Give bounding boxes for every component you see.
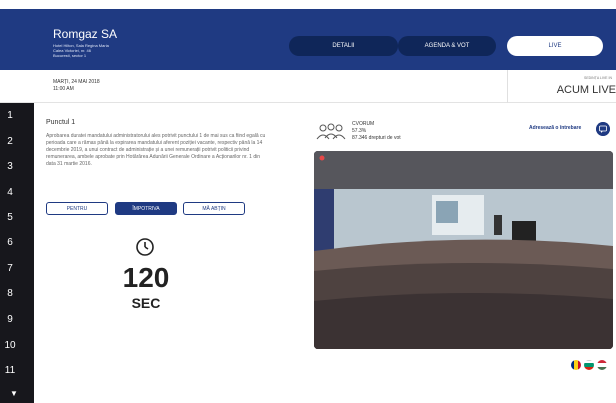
sidebar-item-1[interactable]: 1: [0, 110, 34, 121]
nav-agenda-vote-button[interactable]: AGENDA & VOT: [398, 36, 496, 56]
clock-icon: [136, 238, 154, 256]
sidebar-item-10[interactable]: 10: [0, 340, 34, 351]
hungary-flag-icon[interactable]: [597, 360, 607, 370]
sidebar-item-2[interactable]: 2: [0, 136, 34, 147]
header-bar: Romgaz SA Hotel Hilton, Sala Regina Mari…: [0, 9, 616, 70]
sidebar-item-7[interactable]: 7: [0, 263, 34, 274]
quorum-label: CVORUM: [352, 121, 375, 127]
live-status: ACUM LIVE: [556, 84, 616, 96]
divider: [507, 70, 508, 103]
sidebar-item-11[interactable]: 11: [0, 365, 34, 376]
top-spacer: [0, 0, 616, 9]
vote-against-button[interactable]: ÎMPOTRIVA: [115, 202, 177, 215]
live-video-stream[interactable]: [314, 151, 613, 349]
romania-flag-icon[interactable]: [571, 360, 581, 370]
vote-abstain-button[interactable]: MĂ ABȚIN: [183, 202, 245, 215]
live-subtitle: SEDINȚA LIVE IN: [583, 76, 612, 80]
scroll-down-icon[interactable]: ▼: [10, 389, 18, 398]
company-name: Romgaz SA: [53, 27, 118, 41]
ask-question-link[interactable]: Adresează o întrebare: [529, 125, 581, 131]
countdown-value: 120: [122, 262, 170, 293]
countdown-unit: SEC: [131, 295, 161, 311]
sidebar-item-6[interactable]: 6: [0, 237, 34, 248]
app-frame: Romgaz SA Hotel Hilton, Sala Regina Mari…: [0, 0, 616, 403]
sidebar-item-8[interactable]: 8: [0, 288, 34, 299]
address-line: Bucuresti, sector 1: [53, 53, 87, 58]
people-group-icon: [316, 123, 346, 140]
video-frame: [314, 151, 613, 349]
session-bar: MARȚI, 24 MAI 2018 11:00 AM SEDINȚA LIVE…: [0, 70, 616, 103]
sidebar-item-5[interactable]: 5: [0, 212, 34, 223]
vote-for-button[interactable]: PENTRU: [46, 202, 108, 215]
point-description: Aprobarea duratei mandatului administrat…: [46, 133, 266, 167]
sidebar-item-9[interactable]: 9: [0, 314, 34, 325]
sidebar-item-4[interactable]: 4: [0, 187, 34, 198]
session-datetime: MARȚI, 24 MAI 2018 11:00 AM: [53, 79, 100, 93]
session-time: 11:00 AM: [53, 86, 74, 92]
sidebar-item-3[interactable]: 3: [0, 161, 34, 172]
nav-live-button[interactable]: LIVE: [507, 36, 603, 56]
quorum-info: CVORUM 57.3% 87.346 drepturi de vot: [352, 121, 401, 142]
session-date: MARȚI, 24 MAI 2018: [53, 79, 100, 85]
agenda-sidebar: 1 2 3 4 5 6 7 8 9 10 11: [0, 103, 34, 403]
nav-details-button[interactable]: DETALII: [289, 36, 398, 56]
language-flags: [571, 360, 607, 370]
quorum-percent: 57.3%: [352, 128, 367, 134]
point-title: Punctul 1: [46, 119, 76, 126]
quorum-rights: 87.346 drepturi de vot: [352, 135, 401, 141]
chat-icon[interactable]: [596, 122, 610, 136]
company-address: Hotel Hilton, Sala Regina Maria Calea Vi…: [53, 43, 109, 58]
bulgaria-flag-icon[interactable]: [584, 360, 594, 370]
